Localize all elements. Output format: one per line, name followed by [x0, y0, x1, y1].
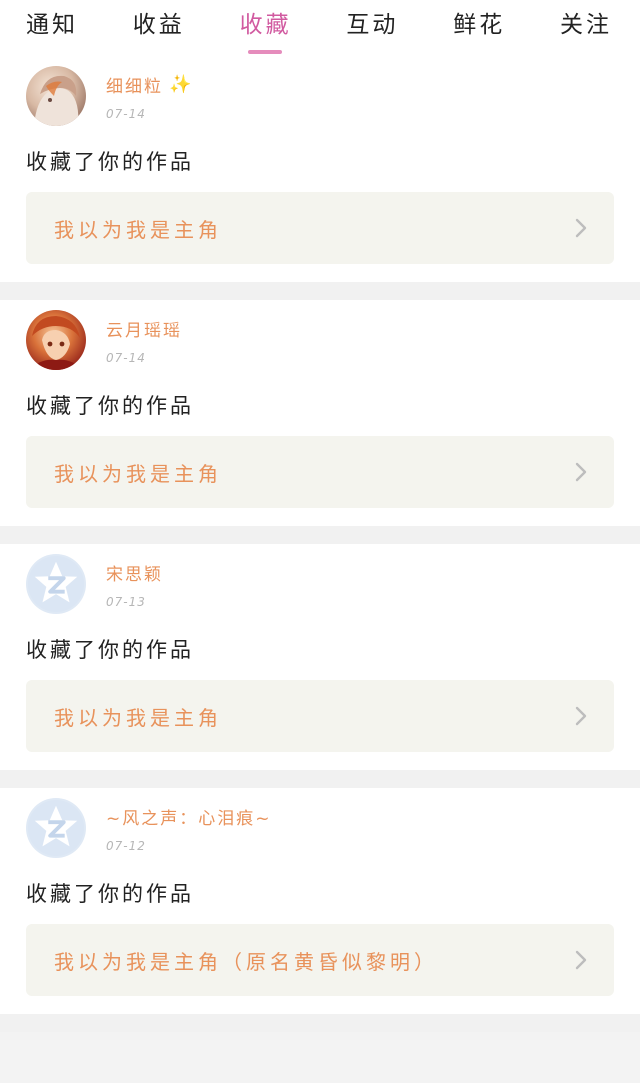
action-text: 收藏了你的作品	[26, 882, 194, 906]
username[interactable]: 宋思颖	[106, 560, 163, 585]
divider	[0, 282, 640, 300]
user-row: ~风之声：心泪痕~ 07-12	[26, 798, 614, 864]
chevron-right-icon	[575, 462, 587, 482]
tab-bar: 通知 收益 收藏 互动 鲜花 关注	[0, 0, 640, 56]
username[interactable]: 细细粒 ✨	[106, 72, 193, 97]
tab-label: 通知	[26, 12, 78, 38]
tab-label: 鲜花	[453, 12, 506, 38]
active-tab-indicator	[247, 50, 282, 54]
divider	[0, 526, 640, 544]
user-row: 云月瑶瑶 07-14	[26, 310, 614, 376]
action-text: 收藏了你的作品	[26, 394, 194, 418]
work-title: 我以为我是主角	[54, 461, 222, 486]
avatar[interactable]	[26, 554, 86, 614]
chevron-right-icon	[575, 950, 587, 970]
tab-following[interactable]: 关注	[560, 10, 612, 54]
chevron-right-icon	[575, 706, 587, 726]
tab-earnings[interactable]: 收益	[133, 10, 185, 54]
user-meta: 细细粒 ✨ 07-14	[106, 66, 193, 121]
username-text: ~风之声：心泪痕~	[106, 809, 272, 829]
work-title: 我以为我是主角	[54, 217, 222, 242]
date: 07-12	[106, 839, 146, 853]
favorites-list: 细细粒 ✨ 07-14 收藏了你的作品 我以为我是主角 云月瑶瑶 07-14 收…	[0, 56, 640, 1032]
tab-flowers[interactable]: 鲜花	[453, 10, 505, 54]
avatar-illustration	[30, 316, 82, 370]
qzone-star-icon	[27, 799, 85, 857]
page: 通知 收益 收藏 互动 鲜花 关注 细细粒 ✨ 07-14 收藏了你的作品 我以…	[0, 0, 640, 1083]
tab-interactions[interactable]: 互动	[346, 10, 398, 54]
tab-label: 收益	[132, 12, 185, 38]
user-row: 细细粒 ✨ 07-14	[26, 66, 614, 132]
work-link[interactable]: 我以为我是主角（原名黄昏似黎明）	[26, 924, 614, 996]
avatar[interactable]	[26, 66, 86, 126]
tab-label: 收藏	[239, 12, 292, 38]
username-text: 云月瑶瑶	[106, 321, 182, 341]
tab-notifications[interactable]: 通知	[26, 10, 78, 54]
username-text: 细细粒	[106, 77, 163, 97]
avatar[interactable]	[26, 310, 86, 370]
username-text: 宋思颖	[106, 565, 163, 585]
work-link[interactable]: 我以为我是主角	[26, 192, 614, 264]
avatar-illustration	[34, 75, 79, 126]
work-title: 我以为我是主角（原名黄昏似黎明）	[54, 949, 438, 974]
work-title: 我以为我是主角	[54, 705, 222, 730]
action-text: 收藏了你的作品	[26, 150, 194, 174]
date: 07-14	[106, 351, 146, 365]
username[interactable]: ~风之声：心泪痕~	[106, 804, 272, 829]
divider	[0, 1014, 640, 1032]
chevron-right-icon	[575, 218, 587, 238]
user-meta: 宋思颖 07-13	[106, 554, 163, 609]
date: 07-14	[106, 107, 146, 121]
avatar[interactable]	[26, 798, 86, 858]
divider	[0, 770, 640, 788]
qzone-star-icon	[27, 555, 85, 613]
tab-label: 关注	[559, 12, 612, 38]
user-meta: 云月瑶瑶 07-14	[106, 310, 182, 365]
tab-label: 互动	[346, 12, 399, 38]
list-item: 宋思颖 07-13 收藏了你的作品 我以为我是主角	[0, 544, 640, 770]
tab-favorites[interactable]: 收藏	[240, 10, 292, 54]
list-item: 细细粒 ✨ 07-14 收藏了你的作品 我以为我是主角	[0, 56, 640, 282]
work-link[interactable]: 我以为我是主角	[26, 436, 614, 508]
sparkle-icon: ✨	[169, 74, 194, 95]
date: 07-13	[106, 595, 146, 609]
username[interactable]: 云月瑶瑶	[106, 316, 182, 341]
user-row: 宋思颖 07-13	[26, 554, 614, 620]
action-text: 收藏了你的作品	[26, 638, 194, 662]
user-meta: ~风之声：心泪痕~ 07-12	[106, 798, 272, 853]
work-link[interactable]: 我以为我是主角	[26, 680, 614, 752]
list-item: ~风之声：心泪痕~ 07-12 收藏了你的作品 我以为我是主角（原名黄昏似黎明）	[0, 788, 640, 1014]
list-item: 云月瑶瑶 07-14 收藏了你的作品 我以为我是主角	[0, 300, 640, 526]
